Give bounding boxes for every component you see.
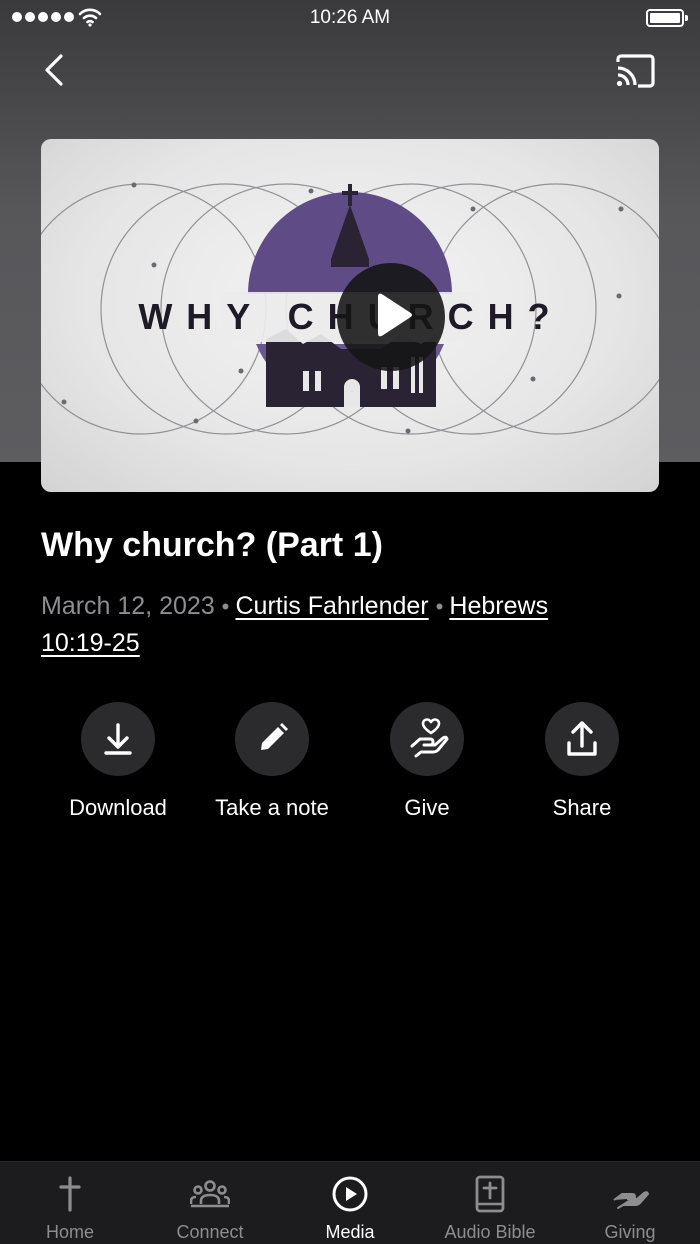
play-circle-icon bbox=[332, 1176, 368, 1212]
pencil-icon bbox=[261, 723, 288, 750]
take-note-button[interactable]: Take a note bbox=[197, 702, 347, 832]
separator-dot: • bbox=[221, 594, 236, 619]
tab-giving-label: Giving bbox=[604, 1222, 656, 1242]
hand-heart-icon bbox=[410, 718, 449, 758]
people-icon bbox=[190, 1180, 230, 1208]
speaker-link[interactable]: Curtis Fahrlender bbox=[236, 592, 429, 620]
tab-audio-bible[interactable]: Audio Bible bbox=[420, 1162, 560, 1244]
status-time: 10:26 AM bbox=[309, 7, 391, 28]
share-label: Share bbox=[552, 795, 612, 820]
share-button[interactable]: Share bbox=[507, 702, 657, 832]
give-button[interactable]: Give bbox=[352, 702, 502, 832]
tab-connect-label: Connect bbox=[176, 1222, 244, 1242]
cross-icon bbox=[59, 1176, 81, 1212]
play-icon bbox=[378, 293, 412, 337]
tab-media-label: Media bbox=[325, 1222, 375, 1242]
scripture-verses: 10:19-25 bbox=[41, 629, 140, 657]
cast-icon bbox=[616, 54, 655, 88]
sermon-title: Why church? (Part 1) bbox=[41, 526, 383, 564]
battery-icon bbox=[646, 9, 688, 27]
chevron-left-icon bbox=[45, 54, 63, 86]
sermon-meta: March 12, 2023 • Curtis Fahrlender • Heb… bbox=[41, 588, 661, 662]
take-note-circle bbox=[235, 702, 309, 776]
share-circle bbox=[545, 702, 619, 776]
cast-button[interactable] bbox=[610, 50, 660, 92]
download-icon bbox=[104, 723, 132, 755]
play-button[interactable] bbox=[337, 263, 445, 371]
sermon-thumbnail[interactable]: WHY CHURCH? bbox=[41, 139, 659, 492]
back-button[interactable] bbox=[34, 48, 78, 92]
download-button[interactable]: Download bbox=[43, 702, 193, 832]
separator-dot: • bbox=[435, 594, 450, 619]
tab-giving[interactable]: Giving bbox=[560, 1162, 700, 1244]
tab-connect[interactable]: Connect bbox=[140, 1162, 280, 1244]
share-icon bbox=[567, 721, 597, 756]
sermon-date: March 12, 2023 bbox=[41, 592, 215, 620]
tab-audio-bible-label: Audio Bible bbox=[444, 1222, 536, 1242]
bible-icon bbox=[475, 1175, 505, 1213]
scripture-book: Hebrews bbox=[449, 592, 549, 620]
give-circle bbox=[390, 702, 464, 776]
tab-media[interactable]: Media bbox=[280, 1162, 420, 1244]
tab-home-label: Home bbox=[45, 1222, 94, 1242]
giving-hand-icon bbox=[613, 1191, 649, 1209]
status-bar: 10:26 AM bbox=[0, 0, 700, 36]
tab-bar: Home Connect Media Audio Bible Giving bbox=[0, 1161, 700, 1244]
download-circle bbox=[81, 702, 155, 776]
tab-home[interactable]: Home bbox=[0, 1162, 140, 1244]
